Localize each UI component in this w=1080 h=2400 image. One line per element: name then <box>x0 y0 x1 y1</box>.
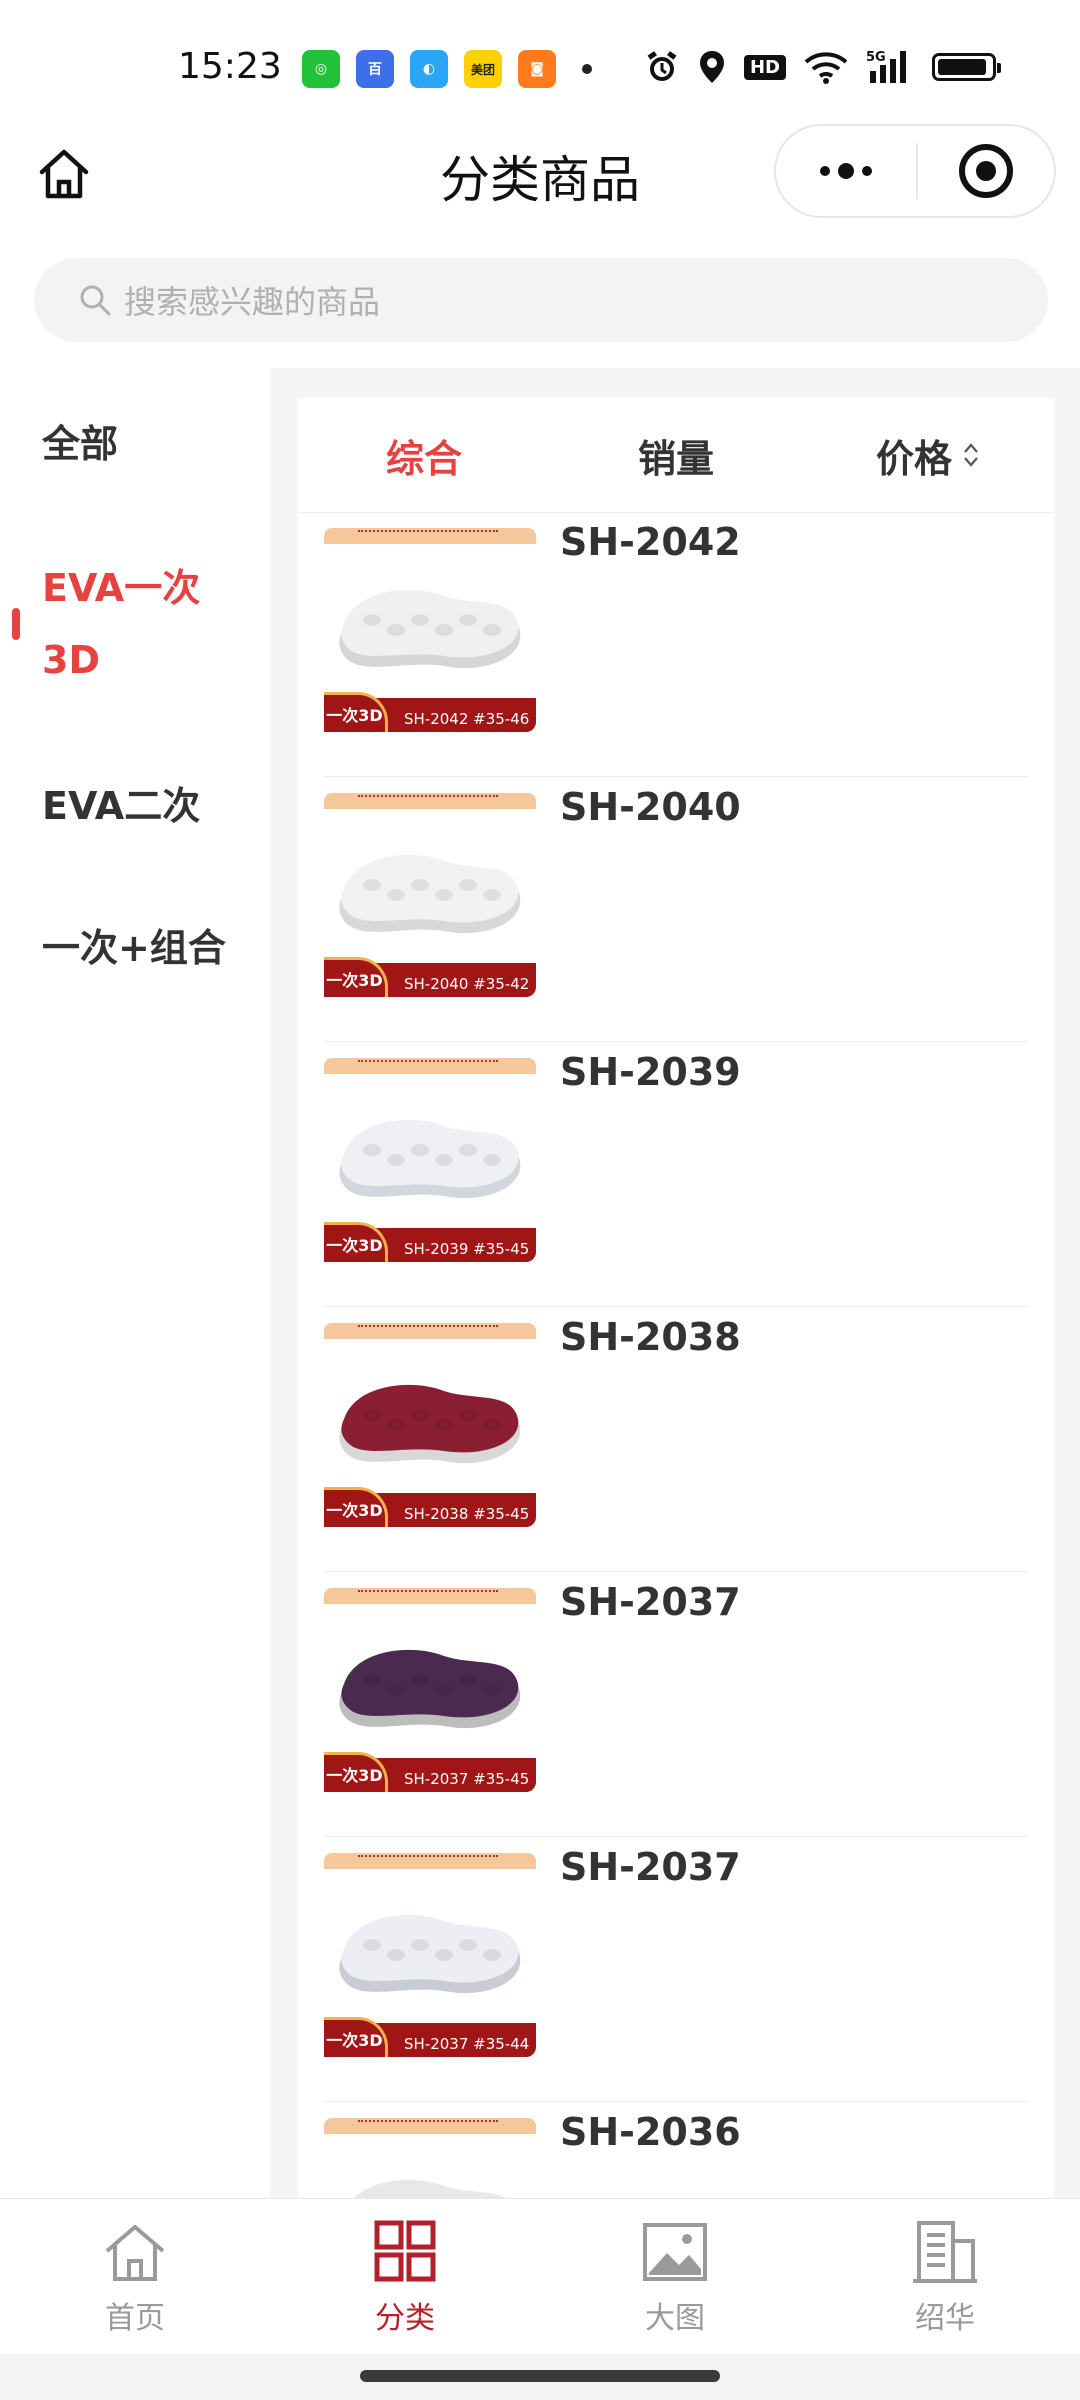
more-menu-button[interactable] <box>776 126 916 216</box>
sidebar-active-indicator <box>12 608 20 640</box>
more-notifications-dot <box>582 64 592 74</box>
grid-tab-icon <box>374 2220 436 2282</box>
shoe-sole-image <box>339 1119 521 1199</box>
thumbnail-model-label: SH-2040 #35-42 <box>404 975 530 993</box>
product-item[interactable]: 一次3D SH-2038 #35-45 SH-2038 <box>324 1307 1028 1572</box>
image-tab-icon <box>643 2223 707 2281</box>
sort-toggle-icon <box>964 443 978 467</box>
shoe-sole-image <box>354 2179 506 2198</box>
thumbnail-header-band <box>324 2118 536 2134</box>
thumbnail-header-band <box>324 1323 536 1339</box>
tab-bar: 首页 分类 大图 绍华 <box>0 2198 1080 2355</box>
shoe-sole-image <box>339 1384 521 1464</box>
home-tab-icon <box>105 2225 165 2281</box>
close-program-button[interactable] <box>918 126 1054 216</box>
sidebar-item-combo[interactable]: 一次+组合 <box>42 912 226 984</box>
product-name[interactable]: SH-2038 <box>560 1315 741 1359</box>
product-item[interactable]: 一次3D SH-2040 #35-42 SH-2040 <box>324 777 1028 1042</box>
thumbnail-header-band <box>324 1588 536 1604</box>
home-indicator[interactable] <box>360 2370 720 2382</box>
system-icons: HD 5G <box>644 48 1001 86</box>
gift-app-icon: ◙ <box>518 50 556 88</box>
thumbnail-model-label: SH-2037 #35-45 <box>404 1770 530 1788</box>
tab-shaohua[interactable]: 绍华 <box>810 2199 1080 2355</box>
product-thumbnail[interactable]: 一次3D SH-2037 #35-44 <box>324 1853 536 2065</box>
wechat-icon: ◎ <box>302 50 340 88</box>
shoe-sole-image <box>339 854 521 934</box>
battery-icon <box>932 48 1001 86</box>
shoe-sole-image <box>339 1914 521 1994</box>
mini-program-capsule <box>774 124 1056 218</box>
thumbnail-header-band <box>324 1853 536 1869</box>
hd-icon: HD <box>743 48 786 86</box>
thumbnail-model-label: SH-2039 #35-45 <box>404 1240 530 1258</box>
target-icon <box>959 144 1013 198</box>
product-thumbnail[interactable]: 一次3D SH-2039 #35-45 <box>324 1058 536 1270</box>
product-thumbnail[interactable] <box>324 2118 536 2198</box>
tab-home[interactable]: 首页 <box>0 2199 270 2355</box>
nav-bar: 分类商品 <box>0 120 1080 250</box>
status-bar: 15:23 ◎ 百 ◐ 美团 ◙ HD 5G <box>0 0 1080 120</box>
thumbnail-header-band <box>324 793 536 809</box>
thumbnail-model-label: SH-2037 #35-44 <box>404 2035 530 2053</box>
product-thumbnail[interactable]: 一次3D SH-2040 #35-42 <box>324 793 536 1005</box>
product-name[interactable]: SH-2036 <box>560 2110 741 2154</box>
meituan-icon: 美团 <box>464 50 502 88</box>
building-tab-icon <box>913 2221 977 2283</box>
svg-text:5G: 5G <box>866 50 886 65</box>
product-thumbnail[interactable]: 一次3D SH-2042 #35-46 <box>324 528 536 740</box>
sidebar-item-label: 3D <box>42 638 100 682</box>
thumbnail-model-label: SH-2042 #35-46 <box>404 710 530 728</box>
product-name[interactable]: SH-2042 <box>560 520 741 564</box>
search-placeholder: 搜索感兴趣的商品 <box>124 283 381 321</box>
sidebar-item-eva-3d[interactable]: EVA一次 3D <box>42 552 200 696</box>
search-icon <box>80 285 111 316</box>
product-name[interactable]: SH-2037 <box>560 1845 741 1889</box>
baidu-icon: 百 <box>356 50 394 88</box>
product-item[interactable]: 一次3D SH-2037 #35-45 SH-2037 <box>324 1572 1028 1837</box>
product-item[interactable]: 一次3D SH-2037 #35-44 SH-2037 <box>324 1837 1028 2102</box>
status-time: 15:23 <box>178 46 282 87</box>
product-panel: 综合 销量 价格 一次3D SH-2042 #35-46 SH-2042 一次3D SH… <box>298 398 1054 2198</box>
tab-gallery[interactable]: 大图 <box>540 2199 810 2355</box>
thumbnail-header-band <box>324 528 536 544</box>
thumbnail-header-band <box>324 1058 536 1074</box>
wifi-icon <box>804 48 848 86</box>
sort-bar: 综合 销量 价格 <box>298 398 1054 513</box>
shoe-sole-image <box>339 1649 521 1729</box>
product-item[interactable]: 一次3D SH-2042 #35-46 SH-2042 <box>324 512 1028 777</box>
signal-icon: 5G <box>866 48 914 86</box>
thumbnail-model-label: SH-2038 #35-45 <box>404 1505 530 1523</box>
sidebar-item-all[interactable]: 全部 <box>42 408 118 480</box>
product-item[interactable]: SH-2036 <box>324 2102 1028 2198</box>
notification-icons: ◎ 百 ◐ 美团 ◙ <box>302 50 592 88</box>
sidebar-item-eva-second[interactable]: EVA二次 <box>42 770 200 842</box>
tab-category[interactable]: 分类 <box>270 2199 540 2355</box>
sort-tab-overall[interactable]: 综合 <box>298 428 550 483</box>
location-icon <box>698 48 726 86</box>
product-name[interactable]: SH-2037 <box>560 1580 741 1624</box>
search-bar[interactable]: 搜索感兴趣的商品 <box>34 258 1048 342</box>
sort-tab-sales[interactable]: 销量 <box>550 428 802 483</box>
product-item[interactable]: 一次3D SH-2039 #35-45 SH-2039 <box>324 1042 1028 1307</box>
product-name[interactable]: SH-2039 <box>560 1050 741 1094</box>
product-thumbnail[interactable]: 一次3D SH-2037 #35-45 <box>324 1588 536 1800</box>
alarm-icon <box>644 48 680 86</box>
sort-tab-price[interactable]: 价格 <box>802 428 1054 483</box>
sidebar-item-label: EVA一次 <box>42 566 201 610</box>
browser-icon: ◐ <box>410 50 448 88</box>
product-name[interactable]: SH-2040 <box>560 785 741 829</box>
product-thumbnail[interactable]: 一次3D SH-2038 #35-45 <box>324 1323 536 1535</box>
shoe-sole-image <box>339 589 521 669</box>
